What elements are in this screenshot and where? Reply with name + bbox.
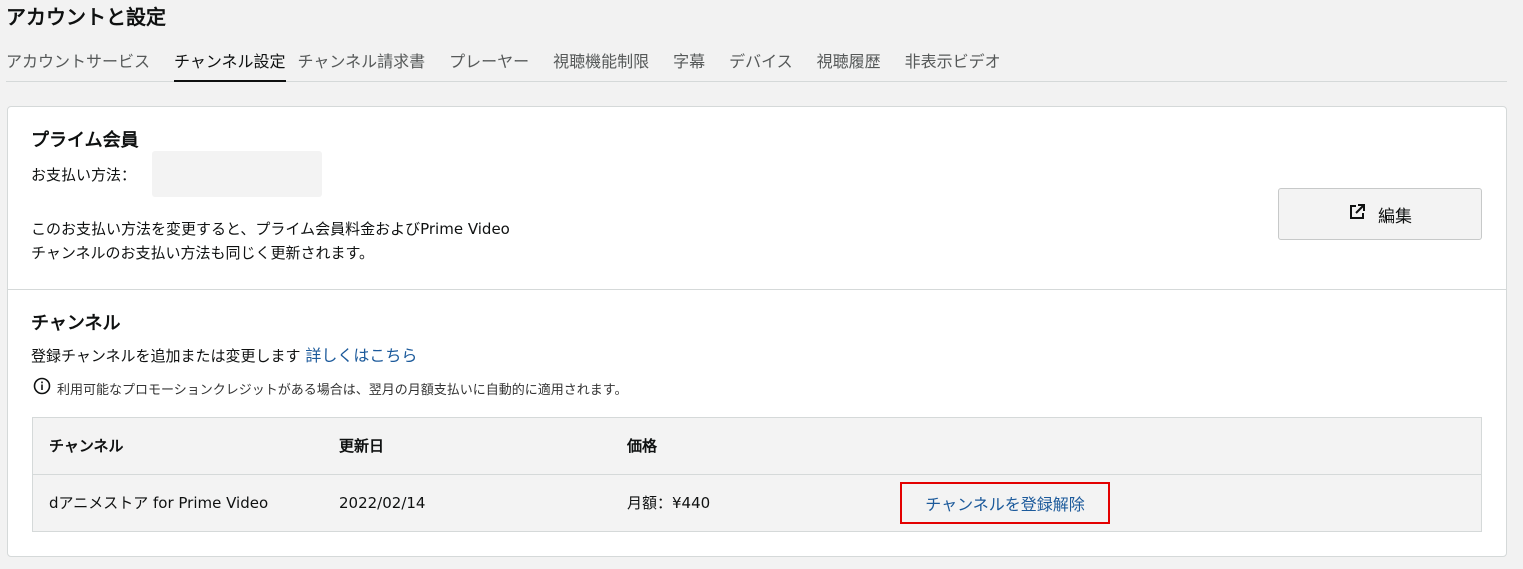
channels-description: 登録チャンネルを追加または変更します 詳しくはこちら (31, 346, 418, 365)
tab-player[interactable]: プレーヤー (449, 48, 541, 82)
unsubscribe-channel-link[interactable]: チャンネルを登録解除 (900, 482, 1110, 524)
settings-card: プライム会員 お支払い方法： このお支払い方法を変更すると、プライム会員料金およ… (7, 106, 1507, 557)
tab-hidden-videos[interactable]: 非表示ビデオ (905, 48, 1013, 82)
cell-renewal-date: 2022/02/14 (339, 494, 426, 512)
edit-button-label: 編集 (1378, 206, 1412, 227)
table-header: チャンネル 更新日 価格 (33, 418, 1481, 475)
account-settings-page: アカウントと設定 アカウントサービス チャンネル設定 チャンネル請求書 プレーヤ… (0, 0, 1523, 569)
payment-method-label: お支払い方法： (31, 166, 137, 184)
tab-watch-history[interactable]: 視聴履歴 (817, 48, 893, 82)
settings-tabs: アカウントサービス チャンネル設定 チャンネル請求書 プレーヤー 視聴機能制限 … (6, 48, 1507, 82)
cell-channel-name: dアニメストア for Prime Video (49, 494, 269, 512)
cell-price: 月額：¥440 (627, 494, 711, 512)
tab-subtitles[interactable]: 字幕 (673, 48, 717, 82)
section-divider (8, 289, 1506, 290)
col-channel: チャンネル (49, 437, 124, 455)
edit-payment-button[interactable]: 編集 (1278, 188, 1482, 240)
promo-info: 利用可能なプロモーションクレジットがある場合は、翌月の月額支払いに自動的に適用さ… (33, 377, 627, 399)
prime-heading: プライム会員 (31, 130, 139, 151)
external-link-icon (1348, 203, 1366, 226)
col-renewal: 更新日 (339, 437, 385, 455)
tab-parental-controls[interactable]: 視聴機能制限 (553, 48, 661, 82)
promo-info-text: 利用可能なプロモーションクレジットがある場合は、翌月の月額支払いに自動的に適用さ… (57, 382, 628, 398)
tab-channel-settings[interactable]: チャンネル設定 (174, 48, 286, 82)
channels-heading: チャンネル (31, 313, 121, 334)
payment-method-redacted (152, 151, 322, 197)
tab-account-service[interactable]: アカウントサービス (6, 48, 162, 82)
col-price: 価格 (627, 437, 658, 455)
page-title: アカウントと設定 (6, 5, 166, 29)
payment-note-line1: このお支払い方法を変更すると、プライム会員料金およびPrime Video (31, 220, 510, 238)
info-icon (33, 377, 51, 399)
learn-more-link[interactable]: 詳しくはこちら (305, 346, 417, 365)
table-row: dアニメストア for Prime Video 2022/02/14 月額：¥4… (33, 475, 1481, 532)
tab-devices[interactable]: デバイス (729, 48, 805, 82)
payment-note-line2: チャンネルのお支払い方法も同じく更新されます。 (31, 244, 375, 262)
tab-channel-invoices[interactable]: チャンネル請求書 (298, 48, 438, 82)
channel-table: チャンネル 更新日 価格 dアニメストア for Prime Video 202… (32, 417, 1482, 532)
